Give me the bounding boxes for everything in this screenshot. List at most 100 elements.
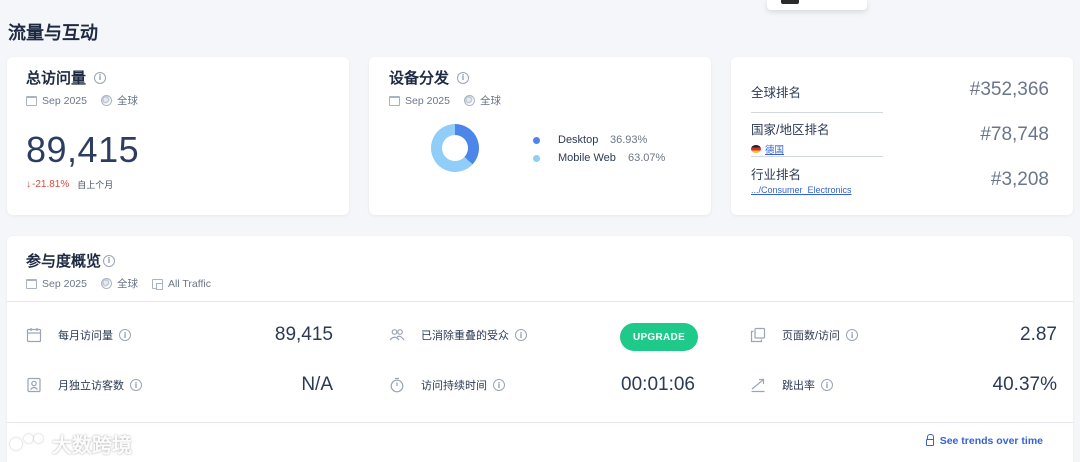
- info-icon[interactable]: i: [821, 379, 833, 391]
- monthly-visits-label-text: 每月访问量: [58, 330, 113, 342]
- unique-visitors-metric: 月独立访客数 i: [26, 377, 142, 393]
- pages-per-visit-metric: 页面数/访问 i: [750, 327, 859, 343]
- visit-duration-label: 访问持续时间 i: [421, 377, 505, 393]
- watermark-logo-icon: [10, 433, 48, 454]
- dedup-audience-label-text: 已消除重叠的受众: [421, 330, 509, 342]
- info-icon[interactable]: i: [457, 71, 470, 84]
- total-visits-card: 总访问量 i Sep 2025 全球 89,415 ↓ -21.81% 自上个月: [7, 57, 349, 215]
- global-rank-label: 全球排名: [751, 86, 802, 100]
- engagement-title: 参与度概览: [26, 253, 102, 270]
- traffic-icon: [151, 278, 163, 290]
- industry-rank-value: #3,208: [990, 169, 1049, 190]
- legend-name: Desktop: [558, 134, 599, 146]
- info-icon[interactable]: i: [94, 71, 107, 84]
- unique-visitors-label: 月独立访客数 i: [58, 377, 142, 393]
- upgrade-button[interactable]: UPGRADE: [620, 323, 698, 351]
- engagement-header: 参与度概览 i Sep 2025 全球 All Traffic: [26, 250, 211, 291]
- users-icon: [389, 327, 405, 343]
- calendar-icon: [389, 95, 400, 106]
- total-visits-date: Sep 2025: [42, 94, 87, 107]
- total-visits-title-row: 总访问量 i: [26, 67, 138, 88]
- engagement-region: 全球: [116, 278, 138, 290]
- divider: [751, 112, 883, 113]
- engagement-traffic: All Traffic: [167, 277, 211, 290]
- legend-bullet: [533, 154, 540, 162]
- see-trends-link[interactable]: See trends over time: [925, 434, 1043, 447]
- germany-flag-icon: [751, 145, 761, 153]
- lock-icon: [925, 434, 934, 446]
- globe-icon: [463, 95, 475, 106]
- unique-visitors-label-text: 月独立访客数: [58, 380, 124, 392]
- id-card-icon: [26, 377, 42, 393]
- info-icon[interactable]: i: [515, 329, 527, 341]
- unique-visitors-value: N/A: [301, 374, 333, 395]
- trend-arrow-icon: [750, 377, 766, 393]
- see-trends-label: See trends over time: [939, 435, 1043, 447]
- calendar-icon: [26, 95, 37, 106]
- stopwatch-icon: [389, 377, 405, 393]
- total-visits-title: 总访问量: [26, 70, 87, 87]
- total-visits-meta: Sep 2025 全球: [26, 93, 138, 108]
- monthly-visits-value: 89,415: [274, 324, 333, 345]
- calendar-icon: [26, 278, 37, 289]
- pages-per-visit-value: 2.87: [1020, 324, 1057, 345]
- engagement-card: 参与度概览 i Sep 2025 全球 All Traffic 每月访问量 i …: [7, 236, 1073, 462]
- engagement-title-row: 参与度概览 i: [26, 250, 211, 271]
- country-name: 德国: [765, 145, 785, 156]
- bounce-rate-label: 跳出率 i: [782, 377, 833, 393]
- globe-icon: [100, 278, 112, 289]
- total-visits-region: 全球: [116, 95, 138, 107]
- watermark-logo: 大数跨境: [10, 429, 132, 458]
- bounce-rate-value: 40.37%: [992, 374, 1057, 395]
- device-meta: Sep 2025 全球: [389, 93, 501, 108]
- divider: [7, 422, 1073, 423]
- monthly-visits-label: 每月访问量 i: [58, 327, 131, 343]
- info-icon[interactable]: i: [846, 329, 859, 341]
- divider: [751, 156, 883, 157]
- device-donut-chart[interactable]: [431, 124, 479, 172]
- divider: [7, 301, 1073, 302]
- device-region: 全球: [479, 95, 501, 107]
- device-title-row: 设备分发 i: [389, 67, 501, 88]
- visit-duration-value: 00:01:06: [621, 374, 695, 395]
- engagement-meta: Sep 2025 全球 All Traffic: [26, 276, 211, 291]
- info-icon[interactable]: i: [103, 254, 116, 267]
- arrow-down-icon: ↓: [26, 179, 31, 190]
- pages-per-visit-label: 页面数/访问 i: [782, 327, 859, 343]
- device-legend: Desktop 36.93% Mobile Web 63.07%: [533, 131, 665, 167]
- legend-item-desktop[interactable]: Desktop 36.93%: [533, 131, 665, 149]
- visit-duration-label-text: 访问持续时间: [421, 380, 487, 392]
- dedup-audience-metric: 已消除重叠的受众 i: [389, 327, 527, 343]
- global-rank-value: #352,366: [969, 79, 1049, 100]
- popup-edge: [767, 0, 867, 10]
- total-visits-change-row: ↓ -21.81% 自上个月: [26, 178, 113, 191]
- ranks-card: 全球排名 #352,366 国家/地区排名 德国 #78,748 行业排名 ..…: [731, 57, 1073, 215]
- legend-item-mobile-web[interactable]: Mobile Web 63.07%: [533, 149, 665, 167]
- country-rank-value: #78,748: [980, 124, 1049, 145]
- info-icon[interactable]: i: [119, 329, 131, 341]
- dedup-audience-label: 已消除重叠的受众 i: [421, 327, 527, 343]
- info-icon[interactable]: i: [493, 379, 505, 391]
- info-icon[interactable]: i: [130, 379, 142, 391]
- calendar-icon: [26, 327, 42, 343]
- legend-pct: 63.07%: [628, 152, 666, 164]
- device-date: Sep 2025: [405, 94, 450, 107]
- pages-icon: [750, 327, 766, 343]
- monthly-visits-metric: 每月访问量 i: [26, 327, 131, 343]
- legend-bullet: [533, 136, 540, 144]
- bounce-rate-metric: 跳出率 i: [750, 377, 833, 393]
- total-visits-value: 89,415: [26, 129, 140, 170]
- visit-duration-metric: 访问持续时间 i: [389, 377, 505, 393]
- bounce-rate-label-text: 跳出率: [782, 380, 815, 392]
- globe-icon: [100, 95, 112, 106]
- pages-per-visit-label-text: 页面数/访问: [782, 330, 841, 342]
- device-title: 设备分发: [389, 70, 450, 87]
- device-distribution-card: 设备分发 i Sep 2025 全球 Desktop 36.93% Mobile…: [369, 57, 711, 215]
- total-visits-since: 自上个月: [77, 180, 114, 190]
- engagement-date: Sep 2025: [42, 277, 87, 290]
- total-visits-change: -21.81%: [32, 179, 70, 190]
- page-title: 流量与互动: [8, 23, 98, 43]
- legend-name: Mobile Web: [558, 152, 616, 164]
- watermark-text: 大数跨境: [52, 435, 132, 457]
- legend-pct: 36.93%: [610, 134, 648, 146]
